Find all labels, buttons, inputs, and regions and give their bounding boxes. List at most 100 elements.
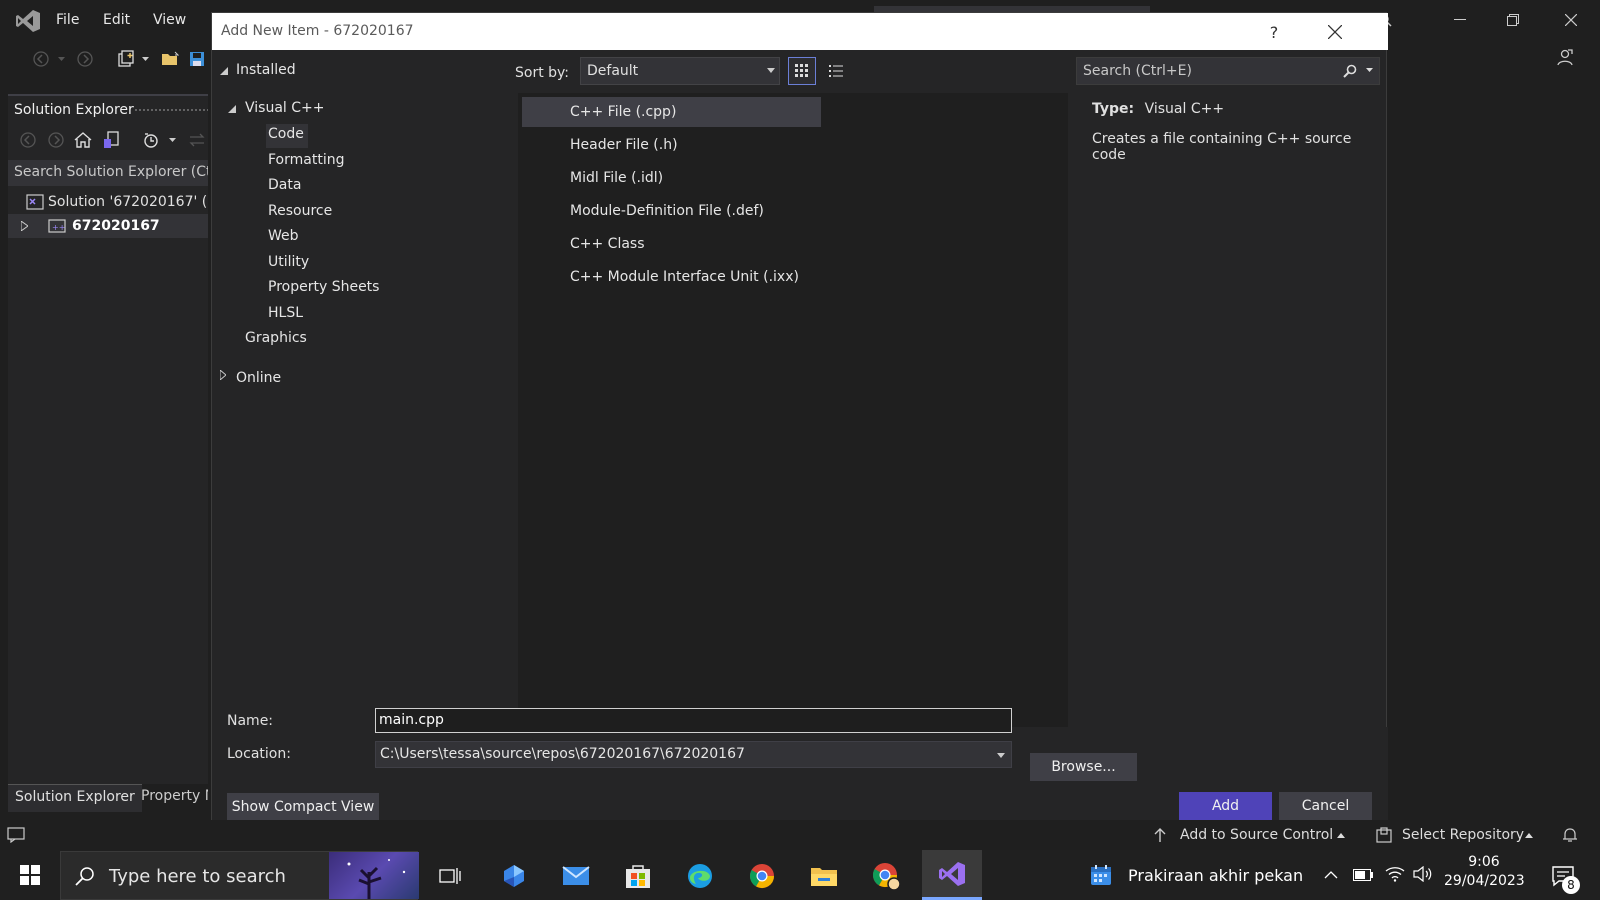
- template-search-input[interactable]: Search (Ctrl+E): [1076, 57, 1380, 85]
- add-button[interactable]: Add: [1179, 792, 1272, 820]
- bottom-tool-tabs: Solution Explorer Property M: [8, 784, 208, 812]
- notification-center-button[interactable]: 8: [1546, 860, 1580, 894]
- solution-icon: [26, 194, 44, 210]
- weather-widget-text[interactable]: Prakiraan akhir pekan: [1128, 866, 1303, 885]
- add-to-source-control[interactable]: Add to Source Control: [1180, 827, 1333, 843]
- tree-online[interactable]: Online: [236, 370, 281, 386]
- name-input[interactable]: main.cpp: [375, 708, 1012, 733]
- online-expand-icon[interactable]: [218, 368, 228, 382]
- tree-installed[interactable]: Installed: [236, 62, 296, 78]
- solution-explorer-search[interactable]: Search Solution Explorer (Ctrl-: [8, 160, 208, 186]
- back-dropdown-icon[interactable]: [55, 48, 67, 70]
- project-row[interactable]: ++ 672020167: [8, 214, 208, 238]
- visualcpp-collapse-icon[interactable]: [226, 102, 238, 116]
- tree-formatting[interactable]: Formatting: [268, 152, 344, 168]
- battery-icon[interactable]: [1352, 866, 1374, 884]
- sync-icon[interactable]: [186, 129, 208, 151]
- solution-row[interactable]: Solution '672020167' (1: [8, 190, 208, 214]
- menu-view[interactable]: View: [153, 12, 186, 28]
- forward-icon[interactable]: [74, 48, 96, 70]
- back-icon[interactable]: [30, 48, 52, 70]
- template-cpp-file[interactable]: C++ File (.cpp): [570, 97, 676, 127]
- small-icons-view-button[interactable]: [822, 57, 850, 85]
- location-select[interactable]: C:\Users\tessa\source\repos\672020167\67…: [375, 741, 1012, 768]
- tree-resource[interactable]: Resource: [268, 203, 332, 219]
- notification-count-badge: 8: [1562, 876, 1580, 894]
- tree-hlsl[interactable]: HLSL: [268, 305, 303, 321]
- taskbar-visual-studio-active[interactable]: [922, 850, 982, 900]
- template-module-definition-file[interactable]: Module-Definition File (.def): [570, 196, 764, 226]
- tree-utility[interactable]: Utility: [268, 254, 309, 270]
- task-view-icon[interactable]: [430, 856, 470, 896]
- search-options-dropdown-icon[interactable]: [1366, 68, 1373, 72]
- se-forward-icon[interactable]: [46, 130, 66, 150]
- search-icon[interactable]: [1343, 64, 1357, 78]
- list-view-icon: [829, 65, 843, 77]
- chrome-browser-icon[interactable]: [742, 856, 782, 896]
- select-repository[interactable]: Select Repository: [1402, 827, 1524, 843]
- wifi-icon[interactable]: [1384, 864, 1406, 884]
- template-cpp-module-interface-unit[interactable]: C++ Module Interface Unit (.ixx): [570, 262, 799, 292]
- volume-icon[interactable]: [1412, 864, 1434, 884]
- new-dropdown-icon[interactable]: [140, 48, 150, 70]
- menu-edit[interactable]: Edit: [103, 12, 130, 28]
- tab-properties[interactable]: Property M: [134, 784, 208, 812]
- tree-web[interactable]: Web: [268, 228, 299, 244]
- new-project-icon[interactable]: [114, 48, 138, 70]
- tree-data[interactable]: Data: [268, 177, 301, 193]
- tree-graphics[interactable]: Graphics: [245, 330, 307, 346]
- chrome-profile-icon[interactable]: [866, 856, 906, 896]
- restore-icon[interactable]: [1498, 8, 1528, 32]
- panel-grip[interactable]: [134, 108, 208, 113]
- dialog-close-button[interactable]: [1322, 19, 1348, 45]
- template-header-file[interactable]: Header File (.h): [570, 130, 678, 160]
- grid-view-icon: [795, 64, 809, 78]
- mail-app-icon[interactable]: [556, 856, 596, 896]
- tree-property-sheets[interactable]: Property Sheets: [268, 279, 379, 295]
- medium-icons-view-button[interactable]: [788, 57, 816, 85]
- live-share-icon[interactable]: [1552, 46, 1578, 68]
- minimize-icon[interactable]: [1445, 8, 1475, 32]
- taskbar-search-icon: [75, 866, 95, 886]
- clock[interactable]: 9:06 29/04/2023: [1444, 854, 1525, 889]
- help-button[interactable]: ?: [1262, 21, 1286, 43]
- pending-dropdown-icon[interactable]: [166, 129, 178, 151]
- microsoft-store-icon[interactable]: [618, 856, 658, 896]
- tree-visual-cpp[interactable]: Visual C++: [245, 100, 324, 116]
- open-folder-icon[interactable]: [158, 48, 182, 70]
- taskbar-search-box[interactable]: Type here to search: [60, 851, 419, 900]
- expand-arrow-icon[interactable]: [16, 221, 32, 231]
- repository-icon: [1374, 826, 1394, 844]
- weather-calendar-icon[interactable]: [1088, 862, 1114, 888]
- cancel-button[interactable]: Cancel: [1279, 792, 1372, 820]
- pending-changes-icon[interactable]: [140, 129, 162, 151]
- home-icon[interactable]: [72, 129, 94, 151]
- sort-by-value: Default: [587, 63, 639, 79]
- clock-time: 9:06: [1468, 854, 1500, 870]
- copilot-app-icon[interactable]: [494, 856, 534, 896]
- template-midl-file[interactable]: Midl File (.idl): [570, 163, 663, 193]
- show-compact-view-button[interactable]: Show Compact View: [227, 793, 379, 821]
- switch-views-icon[interactable]: [100, 129, 122, 151]
- sort-by-select[interactable]: Default: [580, 57, 780, 85]
- tab-solution-explorer[interactable]: Solution Explorer: [8, 784, 142, 812]
- windows-start-icon[interactable]: [10, 855, 50, 895]
- edge-browser-icon[interactable]: [680, 856, 720, 896]
- installed-collapse-icon[interactable]: [218, 64, 230, 78]
- output-status-icon[interactable]: [6, 826, 26, 844]
- project-label: 672020167: [72, 218, 160, 234]
- se-back-icon[interactable]: [18, 130, 38, 150]
- solution-explorer-title: Solution Explorer: [14, 102, 134, 118]
- vs-statusbar: Add to Source Control Select Repository: [0, 820, 1600, 850]
- menu-file[interactable]: File: [56, 12, 79, 28]
- show-hidden-icons-chevron-icon[interactable]: [1322, 866, 1340, 884]
- tree-code[interactable]: Code: [268, 126, 304, 142]
- dialog-title: Add New Item - 672020167: [221, 23, 414, 39]
- notifications-bell-icon[interactable]: [1560, 826, 1580, 844]
- browse-button[interactable]: Browse...: [1030, 753, 1137, 781]
- file-explorer-icon[interactable]: [804, 856, 844, 896]
- template-cpp-class[interactable]: C++ Class: [570, 229, 645, 259]
- close-window-icon[interactable]: [1556, 8, 1586, 32]
- location-dropdown-icon[interactable]: [997, 753, 1005, 758]
- save-icon[interactable]: [186, 48, 208, 70]
